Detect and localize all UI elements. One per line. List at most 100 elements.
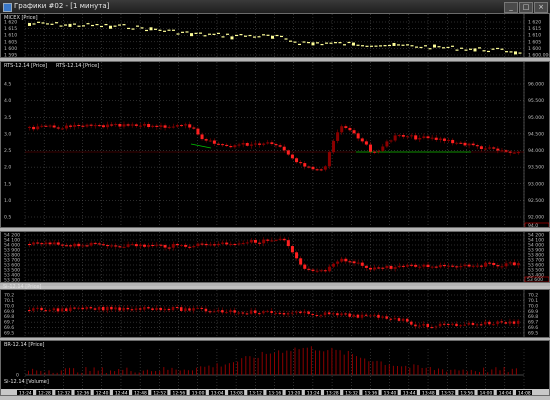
- br-candle: [60, 308, 64, 312]
- br-candle: [414, 324, 417, 327]
- volume-bar: [487, 372, 489, 375]
- br-candle: [447, 323, 450, 325]
- volume-bar: [397, 365, 398, 375]
- micex-mark: [280, 35, 283, 38]
- rts-candle: [93, 125, 97, 127]
- rts-candle: [512, 152, 516, 154]
- rts-candle: [188, 124, 192, 128]
- si-candle: [48, 242, 52, 245]
- micex-chart-pane[interactable]: 1 620 1 620 1 615 1 615 1 610 1 610 1 605 1 605…: [0, 13, 550, 58]
- minimize-button[interactable]: _: [504, 2, 518, 13]
- volume-bar: [216, 363, 218, 375]
- br-candle: [299, 311, 302, 314]
- pane-splitter[interactable]: [0, 283, 550, 286]
- micex-mark: [199, 32, 202, 34]
- y-tick-label-right: 1 615: [528, 26, 541, 32]
- si-candle: [348, 261, 352, 263]
- si-candle: [253, 239, 257, 243]
- br-candle: [323, 312, 327, 316]
- si-candle: [126, 244, 130, 247]
- micex-mark: [424, 45, 427, 47]
- volume-bar: [433, 370, 435, 375]
- rts-candle: [479, 146, 483, 150]
- volume-bar: [163, 367, 165, 375]
- br-candle: [216, 310, 220, 312]
- micex-mark: [262, 34, 265, 36]
- rts-candle: [451, 139, 455, 144]
- si-candle: [418, 266, 422, 268]
- br-candle: [118, 307, 121, 311]
- rts-candle: [171, 126, 175, 128]
- br-candle: [32, 308, 35, 311]
- window-title: Графики #02 - [1 минута]: [14, 2, 110, 10]
- y-tick-label-right: 94.500: [528, 131, 544, 137]
- br-candle: [381, 316, 384, 318]
- volume-bar: [282, 352, 284, 375]
- micex-mark: [32, 23, 36, 25]
- volume-bar: [442, 369, 444, 375]
- si-candle: [40, 243, 44, 245]
- br-candle: [430, 327, 434, 329]
- micex-mark: [460, 47, 463, 49]
- rts-candle: [278, 145, 282, 147]
- micex-mark: [55, 22, 58, 24]
- si-candle: [122, 246, 126, 248]
- br-candle: [44, 310, 47, 312]
- volume-bar: [265, 353, 267, 375]
- volume-bar: [249, 356, 251, 375]
- rts-candle: [397, 135, 401, 137]
- volume-bar: [167, 369, 169, 375]
- si-candle: [307, 268, 311, 270]
- volume-bar: [388, 364, 390, 375]
- rts-chart-pane[interactable]: 4.5 96.000 4.0 95.500 3.5 95.000 3.0 94.500 2.5 9…: [0, 61, 550, 228]
- micex-mark: [325, 42, 328, 44]
- si-candle: [233, 243, 237, 245]
- maximize-button[interactable]: □: [519, 2, 533, 13]
- volume-bar: [93, 367, 95, 375]
- si-candle: [196, 243, 200, 247]
- volume-bar: [327, 350, 329, 375]
- rts-candle: [114, 124, 118, 126]
- volume-bar: [269, 353, 271, 375]
- rts-candle: [430, 137, 434, 139]
- rts-candle: [258, 143, 262, 145]
- rts-candle: [270, 142, 274, 145]
- si-candle: [332, 263, 336, 267]
- br-candle: [332, 313, 335, 315]
- si-candle: [52, 242, 56, 245]
- si-candle: [442, 265, 446, 267]
- micex-pane-label: MICEX [Price]: [4, 15, 38, 21]
- si-candle: [319, 270, 323, 272]
- micex-mark: [127, 27, 130, 30]
- close-button[interactable]: ×: [534, 2, 548, 13]
- volume-bar: [274, 352, 275, 375]
- volume-bar: [421, 367, 423, 375]
- br-candle: [175, 307, 179, 309]
- br-chart-pane[interactable]: 70.2 70.2 70.1 70.1 70.0 70.0 69.9 69.9 69.8 69.8…: [0, 289, 550, 338]
- micex-mark: [235, 34, 238, 37]
- volume-bar: [187, 370, 189, 375]
- volume-bar: [130, 371, 132, 375]
- si-candle: [344, 258, 348, 262]
- volume-bar: [44, 372, 46, 375]
- br-candle: [278, 312, 282, 314]
- si-candle: [360, 262, 364, 266]
- volume-bar: [425, 367, 427, 375]
- rts-candle: [377, 150, 381, 152]
- br-candle: [352, 314, 356, 317]
- rts-candle: [311, 166, 315, 170]
- volume-bar: [462, 369, 464, 375]
- si-candle: [56, 242, 60, 245]
- micex-mark: [172, 29, 175, 31]
- si-chart-pane[interactable]: 54 200 54 200 54 100 54 100 54 000 54 000 53 9…: [0, 231, 550, 283]
- volume-bar: [429, 367, 431, 375]
- br-candle: [451, 323, 454, 325]
- y-tick-label-right: 93.500: [528, 165, 544, 171]
- volume-bar: [171, 367, 173, 375]
- si-candle: [155, 244, 159, 246]
- rts-candle: [360, 138, 364, 142]
- rts-candle: [48, 125, 52, 127]
- rts-candle: [467, 143, 471, 146]
- volume-chart-pane[interactable]: 0 13:24 12:28 12:32 12:36 12:40 12:44 12:48 12:5…: [0, 340, 550, 396]
- si-candle: [512, 262, 516, 266]
